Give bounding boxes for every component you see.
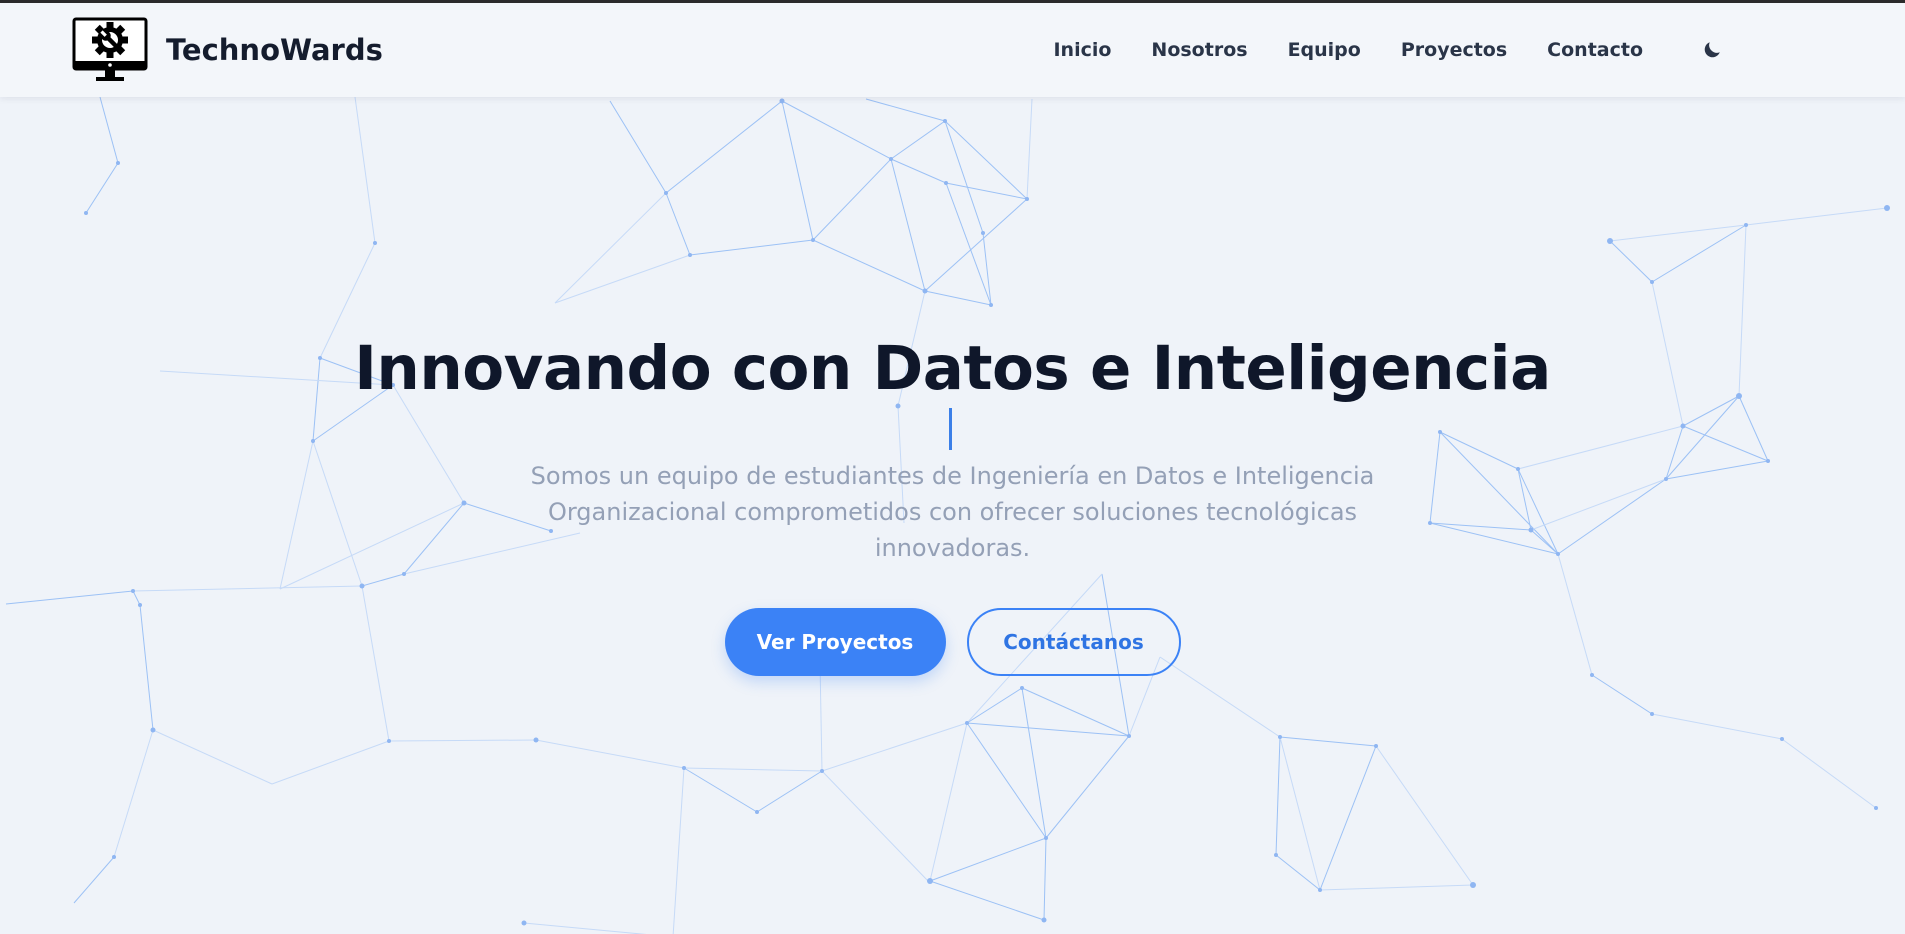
brand-name: TechnoWards — [166, 33, 383, 67]
theme-toggle-button[interactable] — [1697, 35, 1727, 65]
page: TechnoWards Inicio Nosotros Equipo Proye… — [0, 0, 1905, 934]
moon-icon — [1704, 42, 1720, 58]
hero-actions: Ver Proyectos Contáctanos — [0, 608, 1905, 676]
main-nav: Inicio Nosotros Equipo Proyectos Contact… — [1053, 3, 1905, 97]
view-projects-button[interactable]: Ver Proyectos — [724, 608, 946, 676]
contact-us-button[interactable]: Contáctanos — [966, 608, 1181, 676]
hero-section: Innovando con Datos e Inteligencia Somos… — [0, 97, 1905, 934]
hero-subtitle: Somos un equipo de estudiantes de Ingeni… — [530, 462, 1375, 562]
hero-title: Innovando con Datos e Inteligencia — [354, 333, 1551, 404]
nav-link-nosotros[interactable]: Nosotros — [1151, 39, 1247, 61]
brand[interactable]: TechnoWards — [72, 17, 383, 83]
nav-link-proyectos[interactable]: Proyectos — [1401, 39, 1507, 61]
monitor-gear-wrench-icon — [72, 17, 148, 81]
nav-link-inicio[interactable]: Inicio — [1053, 39, 1111, 61]
nav-link-contacto[interactable]: Contacto — [1547, 39, 1643, 61]
typing-cursor — [949, 408, 952, 450]
navbar: TechnoWards Inicio Nosotros Equipo Proye… — [0, 3, 1905, 97]
nav-link-equipo[interactable]: Equipo — [1288, 39, 1361, 61]
